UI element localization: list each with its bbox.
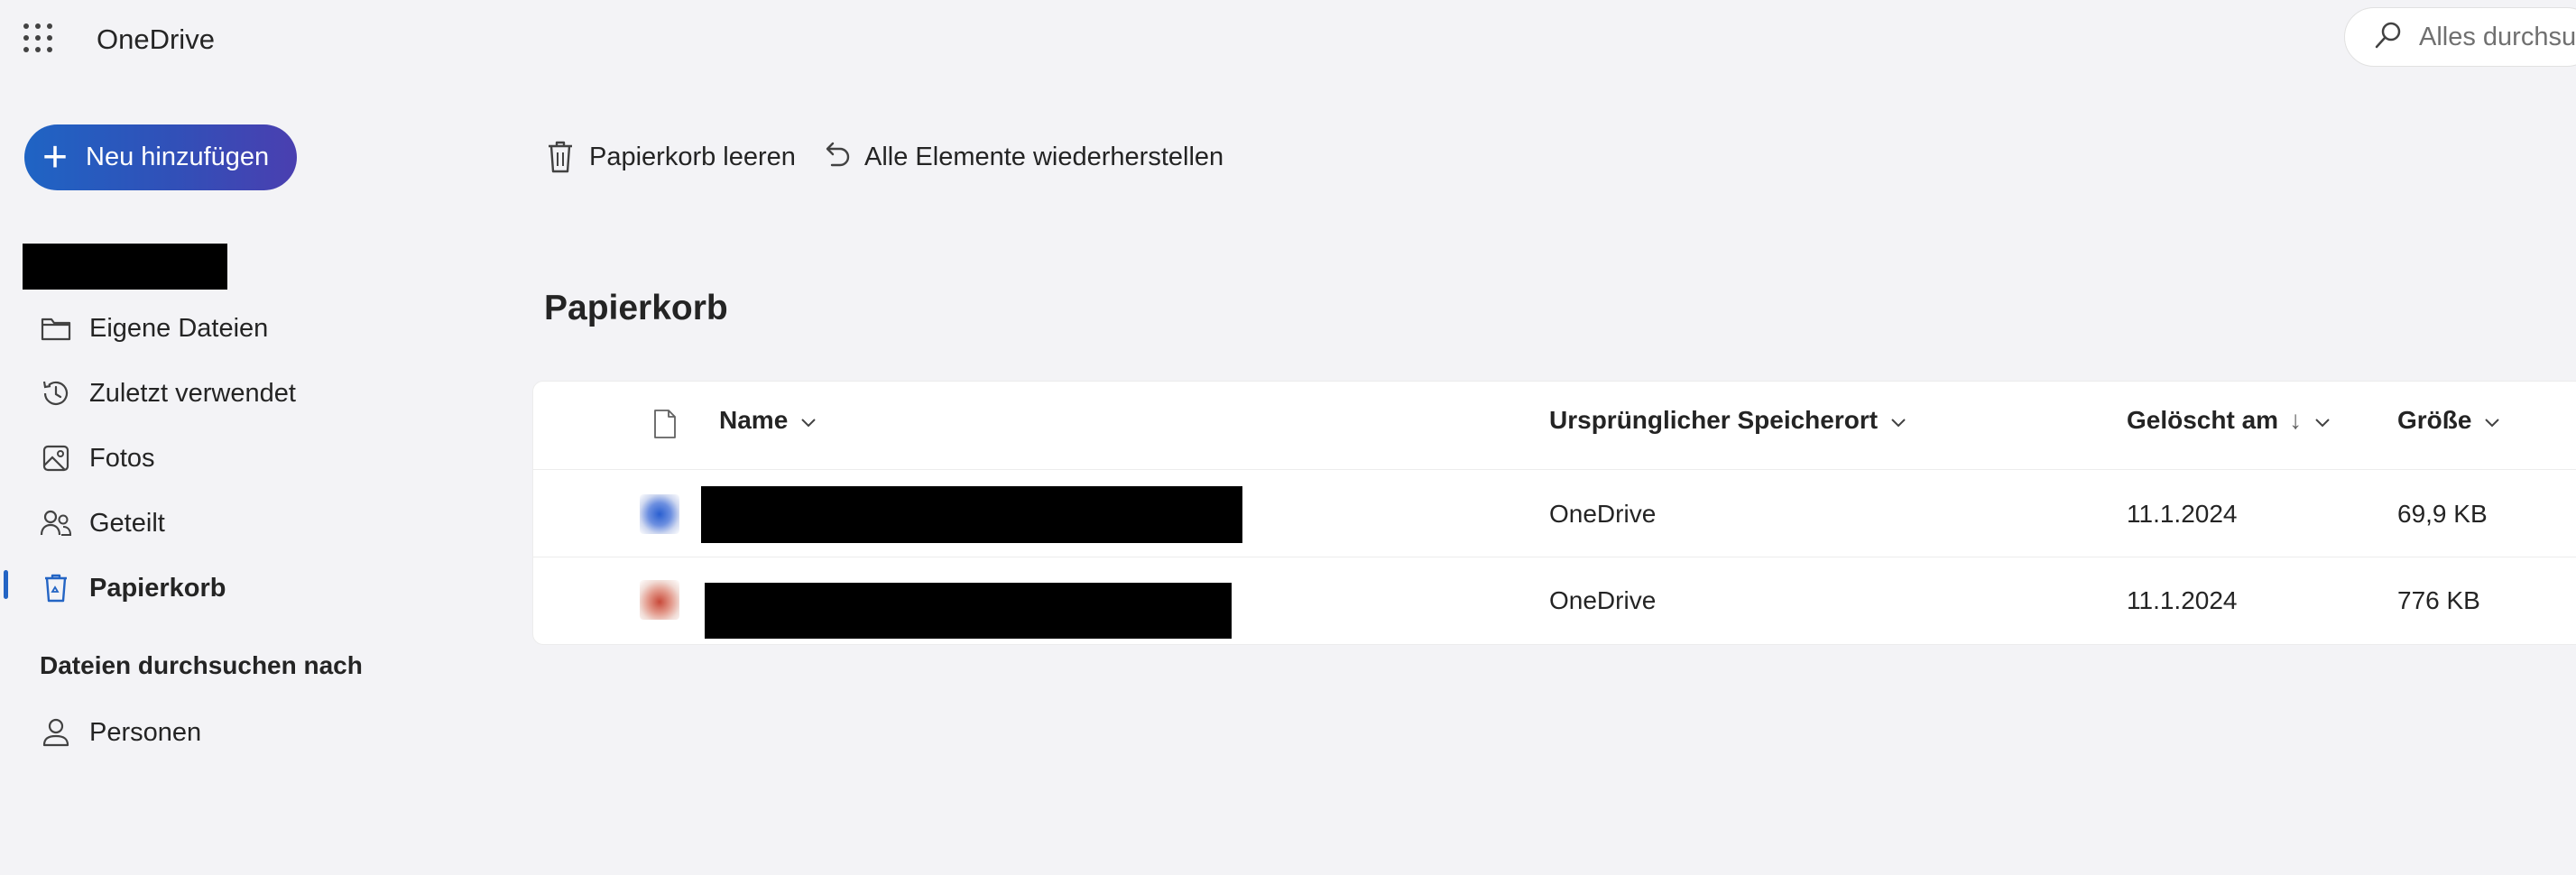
recent-icon xyxy=(40,377,72,410)
empty-recycle-bin-button[interactable]: Papierkorb leeren xyxy=(544,135,796,179)
sidebar-item-people[interactable]: Personen xyxy=(40,705,201,760)
sidebar-item-label: Fotos xyxy=(89,443,155,473)
search-input[interactable] xyxy=(2417,21,2576,53)
file-thumbnail xyxy=(640,494,679,534)
chevron-down-icon xyxy=(2314,406,2331,435)
sidebar-item-recycle-bin[interactable]: Papierkorb xyxy=(40,561,226,615)
sidebar-item-recent[interactable]: Zuletzt verwendet xyxy=(40,366,296,420)
cell-deleted: 11.1.2024 xyxy=(2127,586,2238,614)
search-icon xyxy=(2372,19,2405,56)
active-indicator xyxy=(4,570,8,599)
empty-recycle-bin-label: Papierkorb leeren xyxy=(589,142,796,171)
sidebar-section-title: Dateien durchsuchen nach xyxy=(40,651,363,679)
column-header-deleted[interactable]: Gelöscht am ↓ xyxy=(2127,406,2331,435)
redacted-file-name xyxy=(705,583,1232,639)
chevron-down-icon xyxy=(800,406,817,435)
file-type-header-icon[interactable] xyxy=(653,409,677,444)
photo-icon xyxy=(40,442,72,474)
app-launcher-icon[interactable] xyxy=(22,22,54,54)
sort-descending-icon: ↓ xyxy=(2289,406,2303,434)
recycle-bin-icon xyxy=(40,572,72,604)
column-header-location[interactable]: Ursprünglicher Speicherort xyxy=(1549,406,1907,435)
cell-size: 69,9 KB xyxy=(2397,500,2488,528)
column-header-name[interactable]: Name xyxy=(719,406,817,435)
restore-all-button[interactable]: Alle Elemente wiederherstellen xyxy=(819,135,1223,179)
redacted-account-name xyxy=(23,244,227,290)
cell-location: OneDrive xyxy=(1549,586,1657,614)
restore-all-label: Alle Elemente wiederherstellen xyxy=(864,142,1224,171)
chevron-down-icon xyxy=(2484,406,2500,435)
undo-icon xyxy=(819,139,852,175)
sidebar-item-label: Personen xyxy=(89,717,202,747)
sidebar-item-label: Papierkorb xyxy=(89,573,226,603)
add-new-button[interactable]: + Neu hinzufügen xyxy=(24,124,297,190)
sidebar-item-label: Eigene Dateien xyxy=(89,313,269,343)
sidebar-item-label: Geteilt xyxy=(89,508,165,538)
trash-icon xyxy=(544,139,577,175)
shared-icon xyxy=(40,507,72,539)
redacted-file-name xyxy=(701,486,1242,543)
person-icon xyxy=(40,716,72,749)
cell-deleted: 11.1.2024 xyxy=(2127,500,2238,528)
sidebar-item-label: Zuletzt verwendet xyxy=(89,378,296,408)
cell-location: OneDrive xyxy=(1549,500,1657,528)
sidebar-item-my-files[interactable]: Eigene Dateien xyxy=(40,301,268,355)
page-title: Papierkorb xyxy=(544,289,728,327)
app-title[interactable]: OneDrive xyxy=(97,22,215,58)
sidebar-item-photos[interactable]: Fotos xyxy=(40,431,155,485)
search-box[interactable] xyxy=(2344,7,2576,67)
cell-size: 776 KB xyxy=(2397,586,2480,614)
column-header-size[interactable]: Größe xyxy=(2397,406,2500,435)
add-new-label: Neu hinzufügen xyxy=(86,143,270,171)
file-thumbnail xyxy=(640,580,679,620)
sidebar-item-shared[interactable]: Geteilt xyxy=(40,496,165,550)
chevron-down-icon xyxy=(1890,406,1907,435)
folder-icon xyxy=(40,312,72,345)
plus-icon: + xyxy=(42,133,69,181)
row-divider xyxy=(532,469,2576,470)
